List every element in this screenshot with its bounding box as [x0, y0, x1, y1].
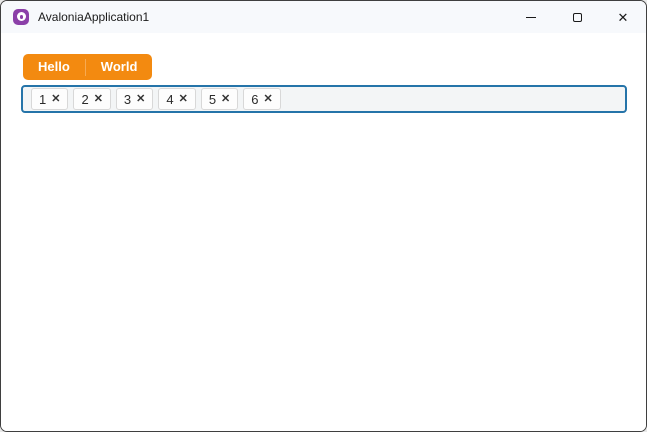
tag-chip-label: 1	[39, 91, 47, 107]
tag-chip-label: 4	[166, 91, 174, 107]
minimize-button[interactable]	[508, 1, 554, 33]
tag-chip-label: 2	[81, 91, 89, 107]
tag-chip[interactable]: 6 ✕	[243, 88, 281, 110]
avalonia-logo-icon	[13, 9, 29, 25]
tab-world[interactable]: World	[86, 54, 153, 80]
chip-remove-icon[interactable]: ✕	[94, 93, 103, 105]
titlebar[interactable]: AvaloniaApplication1 ✕	[1, 1, 646, 33]
close-button[interactable]: ✕	[600, 1, 646, 33]
tag-chip[interactable]: 2 ✕	[73, 88, 111, 110]
tab-hello[interactable]: Hello	[23, 54, 85, 80]
tag-chip[interactable]: 1 ✕	[31, 88, 69, 110]
chip-remove-icon[interactable]: ✕	[136, 93, 145, 105]
chip-remove-icon[interactable]: ✕	[51, 93, 60, 105]
content-area: Hello World 1 ✕ 2 ✕ 3 ✕ 4 ✕ 5 ✕ 6 ✕	[1, 33, 646, 431]
tag-chip[interactable]: 4 ✕	[158, 88, 196, 110]
chip-remove-icon[interactable]: ✕	[179, 93, 188, 105]
tag-chip-label: 6	[251, 91, 259, 107]
tag-chip[interactable]: 3 ✕	[115, 88, 154, 110]
close-icon: ✕	[617, 9, 629, 25]
maximize-icon	[572, 12, 582, 22]
tag-chip-label: 3	[123, 91, 132, 107]
window-title: AvaloniaApplication1	[38, 10, 150, 24]
tag-chip-label: 5	[208, 91, 217, 107]
tab-strip: Hello World	[23, 54, 153, 80]
app-window: AvaloniaApplication1 ✕ Hello World 1 ✕ 2…	[0, 0, 647, 432]
minimize-icon	[526, 16, 536, 18]
window-controls: ✕	[508, 1, 646, 33]
chip-remove-icon[interactable]: ✕	[264, 93, 273, 105]
maximize-button[interactable]	[554, 1, 600, 33]
chip-remove-icon[interactable]: ✕	[221, 93, 230, 105]
tag-chip[interactable]: 5 ✕	[200, 88, 239, 110]
chips-input-box[interactable]: 1 ✕ 2 ✕ 3 ✕ 4 ✕ 5 ✕ 6 ✕	[21, 85, 627, 113]
